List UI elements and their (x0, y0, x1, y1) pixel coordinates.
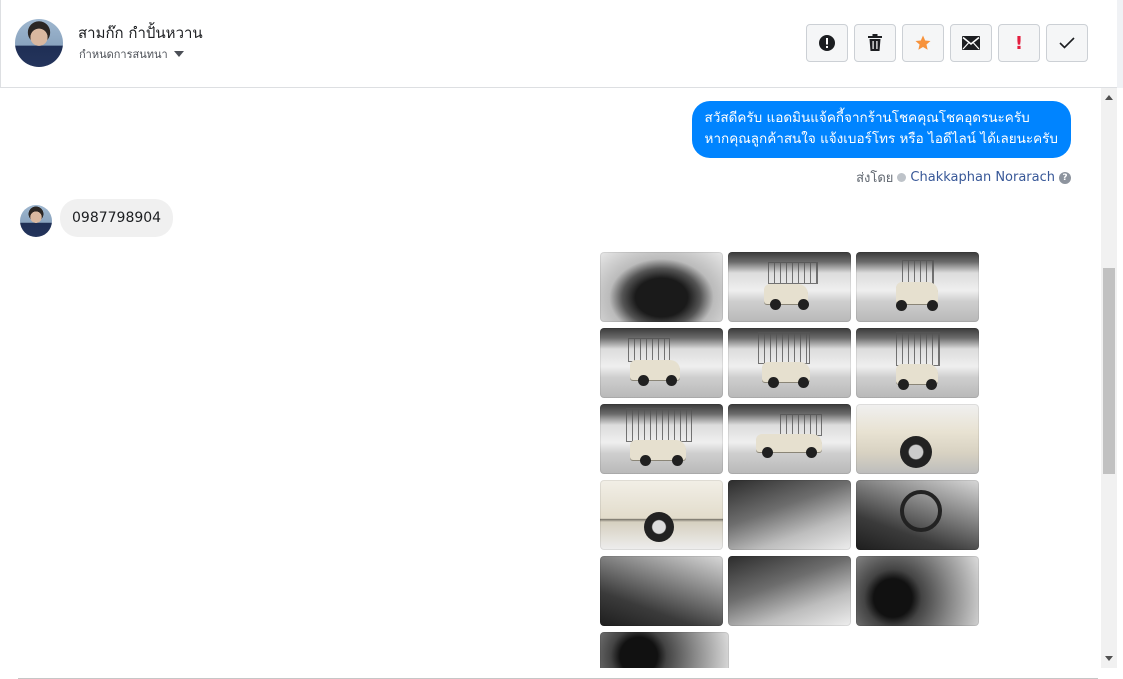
message-thread[interactable]: สวัสดีครับ แอดมินแจ้คกี้จากร้านโชคคุณโชค… (0, 88, 1101, 668)
follow-up-button[interactable]: ! (998, 24, 1040, 62)
trash-icon (868, 34, 882, 51)
photo-truck-front[interactable] (856, 252, 979, 322)
mark-unread-button[interactable] (950, 24, 992, 62)
scroll-down-arrow-icon[interactable] (1105, 656, 1113, 661)
sent-by-prefix: ส่งโดย (856, 171, 894, 186)
photo-engine-bay[interactable] (600, 252, 723, 322)
done-button[interactable] (1046, 24, 1088, 62)
incoming-message-bubble[interactable]: 0987798904 (60, 199, 174, 237)
check-icon (1059, 37, 1075, 49)
scroll-up-arrow-icon[interactable] (1105, 95, 1113, 100)
star-icon (915, 35, 931, 50)
help-icon[interactable]: ? (1059, 171, 1071, 184)
photo-dashboard[interactable] (856, 556, 979, 626)
photo-truck-rear[interactable] (728, 328, 851, 398)
outgoing-message-line-1: สวัสดีครับ แอดมินแจ้คกี้จากร้านโชคคุณโชค… (704, 110, 1030, 126)
photo-gear-shift[interactable] (600, 556, 723, 626)
sender-name[interactable]: Chakkaphan Norarach (910, 170, 1055, 185)
photo-truck-rear-close[interactable] (856, 328, 979, 398)
photo-truck-rear-left-2[interactable] (600, 404, 723, 474)
photo-truck-front-right[interactable] (728, 252, 851, 322)
page-admin-icon (897, 173, 907, 182)
conversation-toolbar: ! (806, 24, 1088, 62)
exclamation-icon: ! (1014, 32, 1024, 54)
photo-gauge-cluster[interactable] (600, 632, 729, 668)
scrollbar-thumb[interactable] (1103, 268, 1115, 474)
photo-truck-side[interactable] (728, 404, 851, 474)
envelope-icon (962, 36, 980, 50)
photo-door-interior[interactable] (728, 480, 851, 550)
delete-button[interactable] (854, 24, 896, 62)
sent-by-label: ส่งโดย Chakkaphan Norarach ? (856, 167, 1071, 188)
contact-avatar-small[interactable] (20, 205, 52, 237)
caret-down-icon (173, 51, 184, 57)
photo-seat-interior[interactable] (728, 556, 851, 626)
panel-edge (1117, 0, 1123, 88)
photo-truck-rear-left[interactable] (600, 328, 723, 398)
thread-scrollbar[interactable] (1101, 88, 1117, 668)
contact-name[interactable]: สามก๊ก กำปั้นหวาน (78, 21, 203, 45)
assign-conversation-dropdown[interactable]: กำหนดการสนทนา (79, 45, 184, 63)
outgoing-message-bubble[interactable]: สวัสดีครับ แอดมินแจ้คกี้จากร้านโชคคุณโชค… (691, 101, 1071, 158)
spam-button[interactable] (806, 24, 848, 62)
assign-label: กำหนดการสนทนา (79, 48, 168, 61)
photo-truck-front-wheel[interactable] (856, 404, 979, 474)
photo-truck-side-wheel[interactable] (600, 480, 723, 550)
incoming-message-text: 0987798904 (72, 210, 162, 226)
photo-steering-wheel[interactable] (856, 480, 979, 550)
conversation-header: สามก๊ก กำปั้นหวาน กำหนดการสนทนา ! (0, 0, 1117, 88)
star-button[interactable] (902, 24, 944, 62)
outgoing-message-line-2: หากคุณลูกค้าสนใจ แจ้งเบอร์โทร หรือ ไอดีไ… (704, 131, 1058, 147)
contact-avatar[interactable] (15, 19, 63, 67)
alert-circle-icon (819, 35, 835, 51)
